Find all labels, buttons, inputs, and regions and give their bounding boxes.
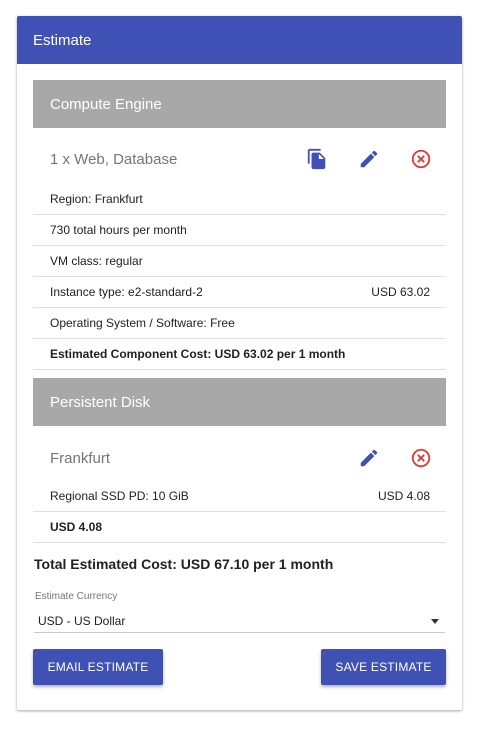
dropdown-arrow-icon — [431, 618, 439, 624]
compute-engine-title-row: 1 x Web, Database — [33, 131, 446, 187]
estimate-card: Estimate Compute Engine 1 x Web, Databas… — [17, 16, 462, 710]
persistent-disk-title: Frankfurt — [50, 449, 111, 467]
compute-engine-header-label: Compute Engine — [50, 95, 162, 113]
persistent-disk-header: Persistent Disk — [33, 378, 446, 426]
compute-row-hours: 730 total hours per month — [33, 215, 446, 246]
compute-engine-header: Compute Engine — [33, 80, 446, 128]
compute-row-os: Operating System / Software: Free — [33, 308, 446, 339]
edit-icon[interactable] — [356, 146, 382, 172]
copy-icon[interactable] — [304, 146, 330, 172]
card-header: Estimate — [17, 16, 462, 64]
disk-row-ssd: Regional SSD PD: 10 GiB USD 4.08 — [33, 481, 446, 512]
currency-label: Estimate Currency — [35, 591, 118, 602]
persistent-disk-header-label: Persistent Disk — [50, 393, 151, 411]
compute-row-component-cost: Estimated Component Cost: USD 63.02 per … — [33, 339, 446, 370]
email-estimate-button[interactable]: EMAIL ESTIMATE — [33, 649, 163, 685]
compute-row-instance-type: Instance type: e2-standard-2 USD 63.02 — [33, 277, 446, 308]
save-estimate-button[interactable]: SAVE ESTIMATE — [321, 649, 446, 685]
remove-icon[interactable] — [408, 445, 434, 471]
disk-row-total: USD 4.08 — [33, 512, 446, 543]
total-estimated-cost: Total Estimated Cost: USD 67.10 per 1 mo… — [34, 556, 334, 572]
compute-engine-title: 1 x Web, Database — [50, 150, 178, 168]
compute-row-region: Region: Frankfurt — [33, 184, 446, 215]
currency-value: USD - US Dollar — [38, 614, 126, 628]
disk-cost: USD 4.08 — [377, 489, 430, 503]
instance-cost: USD 63.02 — [371, 285, 430, 299]
compute-row-vm-class: VM class: regular — [33, 246, 446, 277]
currency-select[interactable]: USD - US Dollar — [34, 610, 445, 633]
persistent-disk-title-row: Frankfurt — [33, 430, 446, 486]
edit-icon[interactable] — [356, 445, 382, 471]
remove-icon[interactable] — [408, 146, 434, 172]
card-title: Estimate — [33, 31, 92, 49]
